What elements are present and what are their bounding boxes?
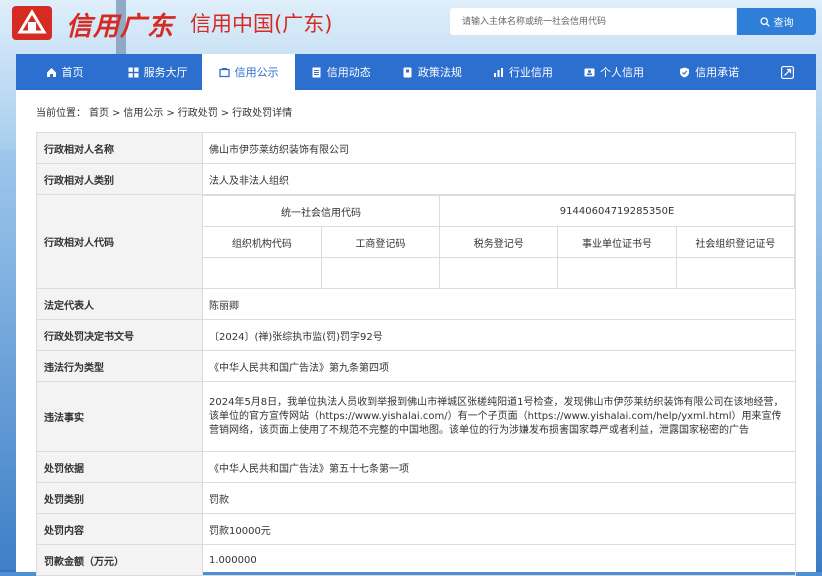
uscc-value: 91440604719285350E [439, 195, 795, 227]
code-header: 事业单位证书号 [557, 226, 677, 258]
penalty-detail-table: 行政相对人名称 佛山市伊莎莱纺织装饰有限公司 行政相对人类别 法人及非法人组织 … [36, 132, 796, 576]
nav-item-credit-commitment[interactable]: 信用承诺 [660, 54, 759, 90]
fine-amount-value: 1.000000 [202, 544, 796, 576]
content-panel: 当前位置： 首页 > 信用公示 > 行政处罚 > 行政处罚详情 行政相对人名称 佛山市伊莎莱纺… [16, 90, 816, 576]
grid-icon [128, 67, 139, 77]
nav-label: 首页 [61, 66, 84, 79]
code-subtable: 统一社会信用代码 91440604719285350E 组织机构代码 工商登记码… [203, 195, 796, 288]
nav-item-credit-publicity[interactable]: 信用公示 [202, 54, 296, 90]
main-nav: 首页 服务大厅 信用公示 信用动态 政策法规 行业信用 个人信用 信用承诺 [16, 54, 816, 90]
row-label: 处罚类别 [36, 482, 203, 514]
row-label: 行政相对人代码 [36, 194, 203, 289]
nav-item-service-hall[interactable]: 服务大厅 [113, 54, 202, 90]
table-row: 违法行为类型 《中华人民共和国广告法》第九条第四项 [36, 350, 796, 382]
site-title: 信用中国(广东) [190, 12, 333, 36]
penalty-content-value: 罚款10000元 [202, 513, 796, 545]
shield-icon [680, 67, 690, 77]
code-header: 社会组织登记证号 [675, 226, 796, 258]
breadcrumb-item-publicity[interactable]: 信用公示 [123, 108, 163, 119]
table-row: 法定代表人 陈丽卿 [36, 288, 796, 320]
legal-rep-value: 陈丽卿 [202, 288, 796, 320]
uscc-label: 统一社会信用代码 [203, 195, 441, 227]
decision-number-value: 〔2024〕(禅)张综执市监(罚)罚字92号 [202, 319, 796, 351]
code-value-empty [203, 257, 322, 288]
table-row: 处罚依据 《中华人民共和国广告法》第五十七条第一项 [36, 451, 796, 483]
row-label: 法定代表人 [36, 288, 203, 320]
code-value-empty [439, 257, 559, 288]
table-row: 行政相对人类别 法人及非法人组织 [36, 163, 796, 195]
violation-facts-value: 2024年5月8日，我单位执法人员收到举报到佛山市禅城区张槎纯阳道1号检查，发现… [202, 381, 796, 452]
search-icon [759, 16, 770, 27]
home-icon [46, 67, 56, 77]
entity-type-value: 法人及非法人组织 [202, 163, 796, 195]
breadcrumb: 当前位置： 首页 > 信用公示 > 行政处罚 > 行政处罚详情 [36, 104, 295, 119]
nav-label: 行业信用 [508, 66, 553, 79]
penalty-category-value: 罚款 [202, 482, 796, 514]
penalty-basis-value: 《中华人民共和国广告法》第五十七条第一项 [202, 451, 796, 483]
table-row: 罚款金额（万元） 1.000000 [36, 544, 796, 576]
code-value-empty [320, 257, 441, 288]
breadcrumb-item-current: 行政处罚详情 [232, 108, 293, 119]
code-value-empty [675, 257, 796, 288]
search-input[interactable] [450, 8, 736, 35]
code-header: 组织机构代码 [203, 226, 322, 258]
nav-label: 服务大厅 [143, 66, 188, 79]
code-value-empty [557, 257, 677, 288]
table-row: 行政相对人代码 统一社会信用代码 91440604719285350E 组织机构… [36, 194, 796, 289]
row-label: 处罚内容 [36, 513, 203, 545]
breadcrumb-separator: > [166, 108, 175, 119]
search-button-label: 查询 [773, 18, 794, 29]
row-label: 违法行为类型 [36, 350, 203, 382]
row-label: 行政相对人类别 [36, 163, 203, 195]
document-icon [312, 67, 321, 77]
nav-item-home[interactable]: 首页 [16, 54, 113, 90]
row-label: 行政处罚决定书文号 [36, 319, 203, 351]
table-row: 处罚类别 罚款 [36, 482, 796, 514]
announce-icon [219, 67, 230, 77]
table-row: 处罚内容 罚款10000元 [36, 513, 796, 545]
logo-icon[interactable] [10, 4, 54, 42]
breadcrumb-separator: > [220, 108, 230, 119]
nav-label: 信用承诺 [695, 66, 740, 79]
chart-icon [493, 67, 503, 77]
nav-label: 信用动态 [326, 66, 371, 79]
nav-item-expand[interactable] [759, 54, 816, 90]
breadcrumb-item-home[interactable]: 首页 [89, 108, 109, 119]
code-header: 税务登记号 [439, 226, 559, 258]
expand-icon [780, 65, 794, 79]
breadcrumb-item-penalty[interactable]: 行政处罚 [178, 108, 218, 119]
nav-item-personal-credit[interactable]: 个人信用 [568, 54, 659, 90]
row-label: 违法事实 [36, 381, 203, 452]
nav-label: 信用公示 [234, 66, 279, 79]
table-row: 行政处罚决定书文号 〔2024〕(禅)张综执市监(罚)罚字92号 [36, 319, 796, 351]
violation-type-value: 《中华人民共和国广告法》第九条第四项 [202, 350, 796, 382]
code-cell: 统一社会信用代码 91440604719285350E 组织机构代码 工商登记码… [202, 194, 796, 289]
table-row: 行政相对人名称 佛山市伊莎莱纺织装饰有限公司 [36, 132, 796, 164]
nav-label: 政策法规 [417, 66, 462, 79]
row-label: 罚款金额（万元） [36, 544, 203, 576]
table-row: 违法事实 2024年5月8日，我单位执法人员收到举报到佛山市禅城区张槎纯阳道1号… [36, 381, 796, 452]
nav-item-credit-news[interactable]: 信用动态 [295, 54, 386, 90]
row-label: 行政相对人名称 [36, 132, 203, 164]
breadcrumb-prefix: 当前位置： [36, 108, 86, 119]
code-header: 工商登记码 [320, 226, 441, 258]
logo-script-text: 信用广东 [66, 12, 175, 42]
nav-item-industry-credit[interactable]: 行业信用 [477, 54, 568, 90]
nav-label: 个人信用 [600, 66, 645, 79]
book-icon [403, 67, 412, 77]
row-label: 处罚依据 [36, 451, 203, 483]
site-header: 信用广东 信用中国(广东) 查询 [0, 0, 822, 52]
nav-item-policies[interactable]: 政策法规 [386, 54, 477, 90]
breadcrumb-separator: > [112, 108, 121, 119]
search-button[interactable]: 查询 [737, 8, 816, 35]
id-card-icon [584, 68, 595, 76]
entity-name-value: 佛山市伊莎莱纺织装饰有限公司 [202, 132, 796, 164]
